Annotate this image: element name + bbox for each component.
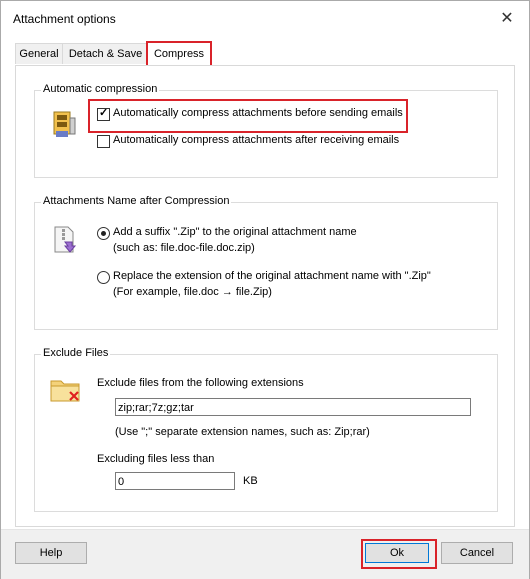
exclude-size-label: Excluding files less than — [97, 453, 215, 465]
auto-compress-after-label[interactable]: Automatically compress attachments after… — [113, 134, 399, 146]
compress-pane: Automatic compression Automatically comp… — [15, 65, 515, 527]
group-exclude-files: Exclude Files Exclude files from the fol… — [34, 347, 498, 512]
auto-compress-before-label[interactable]: Automatically compress attachments befor… — [113, 107, 403, 119]
exclude-size-input[interactable]: 0 — [115, 472, 235, 490]
group-name-after-compression: Attachments Name after Compression Add a… — [34, 195, 498, 330]
group-label-name-after-compression: Attachments Name after Compression — [41, 195, 232, 207]
ok-button[interactable]: Ok — [365, 543, 429, 563]
auto-compress-before-checkbox[interactable] — [97, 106, 110, 121]
button-bar: Help Ok Cancel — [1, 529, 529, 579]
cancel-button[interactable]: Cancel — [441, 542, 513, 564]
tab-compress[interactable]: Compress — [146, 41, 212, 67]
tab-general[interactable]: General — [15, 43, 63, 64]
replace-extension-example: (For example, file.doc → file.Zip) — [113, 286, 272, 298]
window-title: Attachment options — [13, 12, 116, 26]
auto-compress-after-checkbox[interactable] — [97, 135, 110, 148]
exclude-size-unit: KB — [243, 475, 258, 487]
group-label-automatic-compression: Automatic compression — [41, 83, 160, 95]
group-label-exclude-files: Exclude Files — [41, 347, 111, 359]
suffix-zip-radio[interactable] — [97, 227, 110, 240]
exclude-extensions-input[interactable]: zip;rar;7z;gz;tar — [115, 398, 471, 416]
zip-file-icon — [54, 226, 77, 253]
zip-archive-icon — [53, 111, 76, 137]
suffix-zip-example: (such as: file.doc-file.doc.zip) — [113, 242, 255, 254]
tab-detach-save[interactable]: Detach & Save — [62, 43, 149, 64]
title-bar: Attachment options ✕ — [1, 1, 529, 37]
folder-excluded-icon — [50, 380, 80, 402]
replace-extension-radio[interactable] — [97, 271, 110, 284]
suffix-zip-label[interactable]: Add a suffix ".Zip" to the original atta… — [113, 226, 357, 238]
exclude-extensions-label: Exclude files from the following extensi… — [97, 377, 304, 389]
group-automatic-compression: Automatic compression Automatically comp… — [34, 83, 498, 178]
attachment-options-dialog: Attachment options ✕ General Detach & Sa… — [0, 0, 530, 579]
exclude-extensions-hint: (Use ";" separate extension names, such … — [115, 426, 370, 438]
close-icon[interactable]: ✕ — [495, 7, 519, 31]
replace-extension-label[interactable]: Replace the extension of the original at… — [113, 270, 431, 282]
help-button[interactable]: Help — [15, 542, 87, 564]
